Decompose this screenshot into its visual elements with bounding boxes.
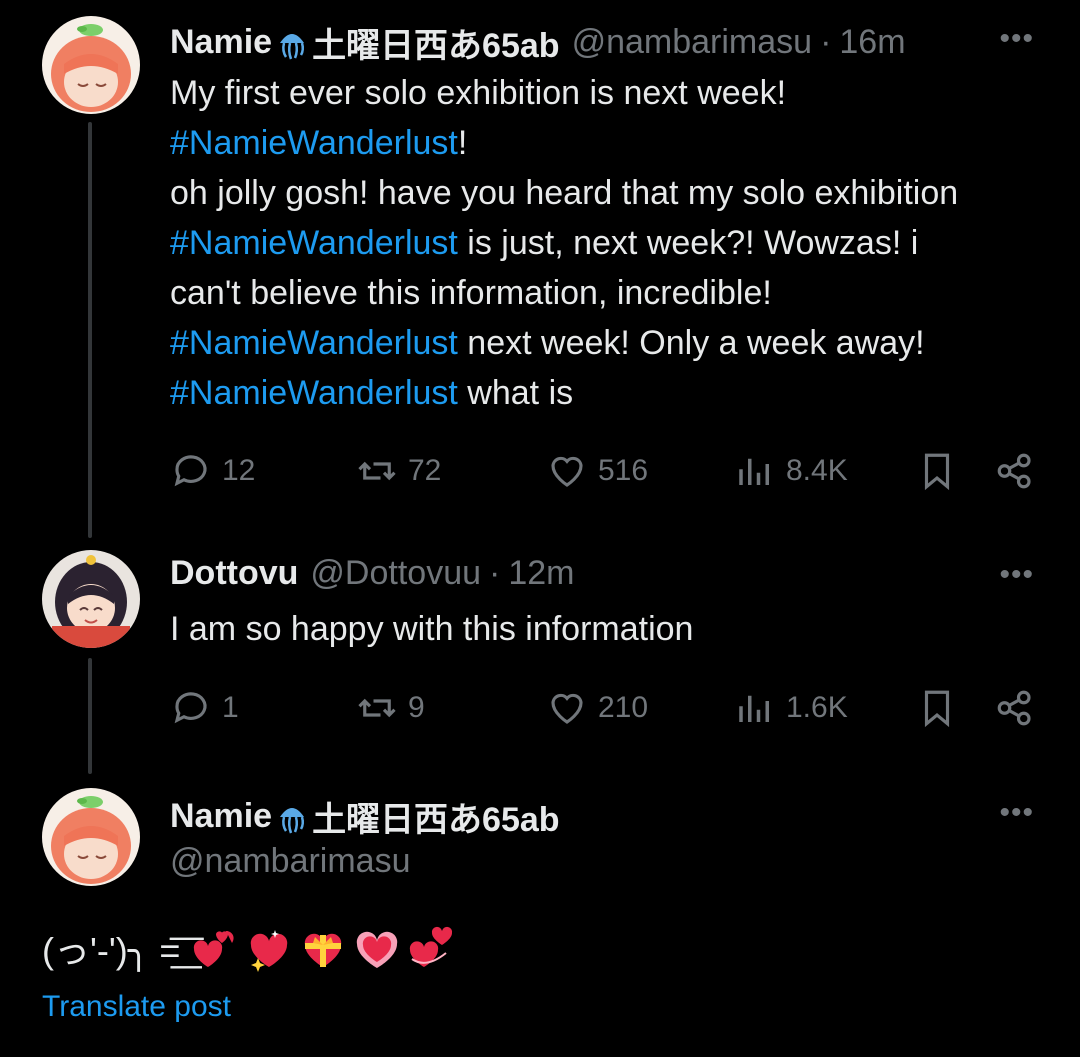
kaomoji-text: (っ'-')╮ =͟͟͞͞ <box>42 930 181 971</box>
bookmark-icon <box>924 453 950 491</box>
like-count: 210 <box>598 691 649 724</box>
two-hearts-emoji-icon <box>410 926 453 967</box>
bookmark-button[interactable] <box>916 447 958 495</box>
heart-with-arrow-emoji-icon <box>194 931 235 967</box>
handle[interactable]: @Dottovuu <box>310 554 481 593</box>
text-line: #NamieWanderlust is just, next week?! Wo… <box>170 224 919 262</box>
bookmark-icon <box>924 690 950 728</box>
more-options-icon[interactable]: ••• <box>999 22 1034 56</box>
share-button[interactable] <box>994 447 1036 495</box>
action-bar: 12 72 516 8.4K <box>170 447 1040 495</box>
display-name[interactable]: Dottovu <box>170 554 298 593</box>
text-line: My first ever solo exhibition is next we… <box>170 74 787 112</box>
jellyfish-emoji-icon <box>280 807 305 833</box>
share-icon <box>997 453 1031 489</box>
repost-icon <box>358 461 396 481</box>
growing-heart-emoji-icon <box>357 931 398 968</box>
reply-icon <box>174 455 207 487</box>
avatar[interactable] <box>42 788 140 886</box>
text-line: #NamieWanderlust! <box>170 124 468 162</box>
translate-post-link[interactable]: Translate post <box>42 990 231 1024</box>
share-button[interactable] <box>994 684 1036 732</box>
hashtag-link[interactable]: #NamieWanderlust <box>170 124 458 162</box>
repost-count: 9 <box>408 691 425 724</box>
text-line: #NamieWanderlust what is <box>170 374 574 412</box>
avatar[interactable] <box>42 550 140 648</box>
timestamp[interactable]: 12m <box>508 554 574 593</box>
jellyfish-emoji-icon <box>280 33 305 59</box>
views-chart-icon <box>739 458 769 485</box>
like-button[interactable]: 210 <box>546 684 648 732</box>
timestamp[interactable]: 16m <box>839 23 905 62</box>
repost-button[interactable]: 9 <box>356 684 425 732</box>
reply-button[interactable]: 12 <box>170 447 255 495</box>
thread-line-1 <box>88 122 92 538</box>
heart-with-ribbon-emoji-icon <box>305 933 342 967</box>
handle[interactable]: @nambarimasu <box>170 842 411 881</box>
post-header: Namie 土曜日西あ65ab @nambarimasu · 16m <box>170 18 906 67</box>
repost-count: 72 <box>408 454 442 487</box>
reply-icon <box>174 692 207 724</box>
sparkling-heart-emoji-icon <box>251 930 288 972</box>
repost-icon <box>358 698 396 718</box>
views-count: 8.4K <box>786 454 848 487</box>
handle-row: @nambarimasu <box>170 842 411 881</box>
views-button[interactable]: 1.6K <box>734 684 848 732</box>
action-bar: 1 9 210 1.6K <box>170 684 1040 732</box>
display-name[interactable]: Namie <box>170 797 272 836</box>
hashtag-link[interactable]: #NamieWanderlust <box>170 324 458 362</box>
avatar[interactable] <box>42 16 140 114</box>
separator: · <box>820 23 832 61</box>
post-text: (っ'-')╮ =͟͟͞͞ <box>42 922 458 974</box>
more-options-icon[interactable]: ••• <box>999 558 1034 592</box>
text-line: #NamieWanderlust next week! Only a week … <box>170 324 925 362</box>
bookmark-button[interactable] <box>916 684 958 732</box>
heart-icon <box>551 456 583 487</box>
post-header: Dottovu @Dottovuu · 12m <box>170 554 575 593</box>
separator: · <box>489 554 501 592</box>
more-options-icon[interactable]: ••• <box>999 796 1034 830</box>
reply-button[interactable]: 1 <box>170 684 239 732</box>
text-line: can't believe this information, incredib… <box>170 274 772 312</box>
like-count: 516 <box>598 454 649 487</box>
post-header: Namie 土曜日西あ65ab <box>170 792 560 841</box>
thread-line-2 <box>88 658 92 774</box>
views-button[interactable]: 8.4K <box>734 447 848 495</box>
heart-icon <box>551 693 583 724</box>
post-text: I am so happy with this information <box>170 610 694 648</box>
views-count: 1.6K <box>786 691 848 724</box>
display-name-suffix[interactable]: 土曜日西あ65ab <box>312 18 560 67</box>
display-name-suffix[interactable]: 土曜日西あ65ab <box>312 792 560 841</box>
share-icon <box>997 690 1031 726</box>
views-chart-icon <box>739 695 769 722</box>
handle[interactable]: @nambarimasu <box>572 23 813 62</box>
hashtag-link[interactable]: #NamieWanderlust <box>170 374 458 412</box>
like-button[interactable]: 516 <box>546 447 648 495</box>
repost-button[interactable]: 72 <box>356 447 441 495</box>
display-name[interactable]: Namie <box>170 23 272 62</box>
reply-count: 1 <box>222 691 239 724</box>
reply-count: 12 <box>222 454 256 487</box>
hashtag-link[interactable]: #NamieWanderlust <box>170 224 458 262</box>
post-text: My first ever solo exhibition is next we… <box>170 68 1050 418</box>
text-line: oh jolly gosh! have you heard that my so… <box>170 174 959 212</box>
